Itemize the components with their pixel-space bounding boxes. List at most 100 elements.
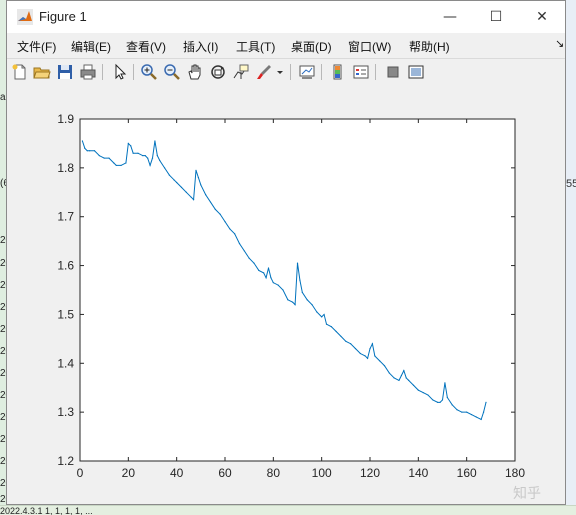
data-point: [437, 401, 439, 403]
data-point: [130, 145, 132, 147]
data-point: [287, 299, 289, 301]
data-point: [147, 157, 149, 159]
toolbar-separator: [375, 64, 376, 80]
data-point: [103, 157, 105, 159]
data-point: [374, 355, 376, 357]
toolbar-separator: [102, 64, 103, 80]
data-point: [86, 150, 88, 152]
data-cursor-icon[interactable]: [232, 63, 250, 81]
data-point: [439, 401, 441, 403]
show-plot-tools-icon[interactable]: [407, 63, 425, 81]
maximize-button[interactable]: ☐: [473, 1, 519, 33]
data-point: [120, 164, 122, 167]
x-tick-label: 80: [267, 466, 281, 480]
data-point: [456, 409, 458, 411]
minimize-button[interactable]: —: [427, 1, 473, 33]
axes-box: [79, 118, 516, 462]
data-point: [398, 379, 400, 381]
rotate-3d-icon[interactable]: [209, 63, 227, 81]
data-point: [98, 155, 100, 157]
brush-dropdown-chevron-icon[interactable]: [275, 63, 285, 81]
link-plot-icon[interactable]: [298, 63, 316, 81]
data-point: [432, 399, 434, 401]
colorbar-icon[interactable]: [329, 63, 347, 81]
x-tick-label: 120: [360, 466, 380, 480]
brush-icon[interactable]: [255, 63, 273, 81]
data-point: [417, 389, 419, 391]
print-icon[interactable]: [79, 63, 97, 81]
data-point: [163, 167, 166, 169]
data-point: [311, 304, 313, 306]
data-point: [272, 282, 274, 284]
x-tick-label: 180: [505, 466, 525, 480]
data-point: [446, 396, 448, 399]
new-file-icon[interactable]: [11, 63, 29, 81]
x-tick-label: 40: [170, 466, 184, 480]
menu-window[interactable]: 窗口(W): [348, 38, 391, 55]
pan-hand-icon[interactable]: [186, 63, 204, 81]
data-point: [243, 250, 245, 252]
menu-file[interactable]: 文件(F): [17, 38, 56, 55]
open-folder-icon[interactable]: [33, 63, 51, 81]
data-point: [485, 401, 487, 403]
zoom-in-icon[interactable]: [140, 63, 158, 81]
data-point: [345, 340, 347, 342]
data-point: [294, 304, 296, 306]
x-tick-label: 100: [312, 466, 332, 480]
close-button[interactable]: ✕: [519, 1, 565, 33]
menu-insert[interactable]: 插入(I): [183, 38, 218, 55]
data-point: [444, 382, 446, 384]
data-point: [475, 416, 477, 418]
data-point: [229, 228, 231, 230]
menu-bar: 文件(F) 编辑(E) 查看(V) 插入(I) 工具(T) 桌面(D) 窗口(W…: [7, 33, 565, 57]
toolbar-separator: [133, 64, 134, 80]
data-point: [466, 411, 468, 413]
save-icon[interactable]: [56, 63, 74, 81]
data-point: [248, 257, 250, 259]
data-point: [296, 262, 299, 264]
data-point: [451, 404, 453, 406]
y-tick-label: 1.4: [57, 356, 74, 370]
data-point: [142, 155, 144, 157]
zoom-out-icon[interactable]: [163, 63, 181, 81]
data-point: [321, 316, 323, 318]
data-point: [366, 357, 369, 359]
data-point: [301, 291, 303, 294]
data-point: [115, 164, 117, 167]
data-point: [224, 221, 226, 223]
data-point: [192, 199, 195, 201]
x-tick-label: 0: [77, 466, 84, 480]
menu-desktop[interactable]: 桌面(D): [291, 38, 332, 55]
pointer-icon[interactable]: [111, 63, 129, 81]
data-point: [427, 394, 429, 396]
data-point: [277, 284, 279, 286]
data-point: [197, 177, 200, 179]
menu-tools[interactable]: 工具(T): [236, 38, 275, 55]
data-point: [144, 155, 146, 157]
x-tick-label: 20: [122, 466, 136, 480]
data-point: [323, 313, 325, 316]
data-point: [388, 372, 390, 374]
menu-view[interactable]: 查看(V): [126, 38, 166, 55]
data-point: [461, 411, 463, 413]
data-point: [306, 299, 308, 301]
data-point: [325, 323, 328, 325]
data-point: [190, 196, 192, 198]
data-point: [292, 301, 294, 303]
data-point: [405, 377, 407, 379]
data-point: [359, 352, 361, 355]
legend-icon[interactable]: [352, 63, 370, 81]
background-app-right-strip: [566, 0, 576, 514]
window-title: Figure 1: [39, 9, 87, 24]
data-point: [238, 242, 241, 245]
data-point: [200, 184, 202, 186]
data-point: [371, 343, 374, 345]
data-point: [369, 348, 371, 350]
hide-plot-tools-icon[interactable]: [384, 63, 402, 81]
menu-help[interactable]: 帮助(H): [409, 38, 450, 55]
menu-edit[interactable]: 编辑(E): [71, 38, 111, 55]
menu-overflow-arrow[interactable]: ↘: [555, 37, 564, 50]
data-point: [234, 233, 236, 235]
line-chart[interactable]: 0 20 40 60 80 100 120 140 160 180 1.2 1.3 1.4 1.5 1.6…: [7, 85, 565, 504]
y-tick-label: 1.2: [57, 454, 74, 468]
